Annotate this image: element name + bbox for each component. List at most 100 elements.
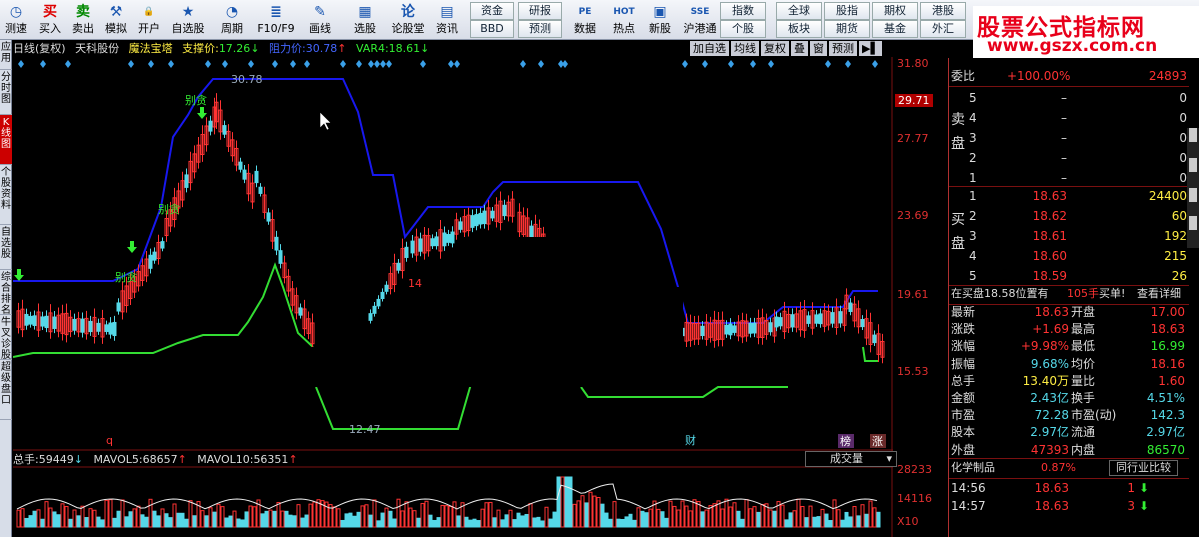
chart-tool-button[interactable]: 叠	[791, 41, 808, 56]
volume-bar	[416, 517, 421, 528]
volume-bar	[820, 508, 825, 528]
candle-body	[774, 316, 779, 328]
signal-diamond	[222, 60, 228, 68]
volume-bar	[404, 501, 409, 528]
toolbar-forum-button[interactable]: 论论股堂	[390, 0, 426, 40]
chart-tool-button[interactable]: 均线	[731, 41, 759, 56]
volume-bar	[496, 509, 501, 528]
volume-bar	[832, 499, 837, 528]
toolbar-buy-button[interactable]: 买买入	[34, 0, 66, 40]
volume-bar	[872, 507, 877, 528]
volume-bar	[680, 500, 685, 528]
quick-button[interactable]: 研报	[518, 2, 562, 20]
left-tab[interactable]: 个股资料	[0, 165, 12, 225]
volume-bar	[192, 515, 197, 528]
volume-bar	[864, 513, 869, 528]
left-tab[interactable]: 超级盘口	[0, 360, 12, 420]
volume-bar	[32, 510, 37, 528]
hk-connect-icon: SSE	[690, 7, 710, 17]
volume-bar	[488, 501, 493, 528]
buy-volume: 215	[1164, 249, 1187, 263]
left-tab[interactable]: 自选股	[0, 225, 12, 270]
volume-bar	[100, 519, 105, 528]
sell-price: –	[1061, 131, 1067, 145]
left-tab[interactable]: 应用	[0, 40, 12, 70]
volume-indicator-select[interactable]: 成交量 ▾	[805, 451, 897, 467]
toolbar-hk-connect-button[interactable]: SSE 沪港通	[680, 0, 720, 40]
divider	[949, 86, 1189, 87]
tick-price: 18.63	[1034, 481, 1069, 495]
chart-tool-button[interactable]: 复权	[761, 41, 789, 56]
mavol10-value: 56351	[253, 453, 289, 466]
candle-body	[396, 262, 401, 271]
toolbar-speed-button[interactable]: ◷ 测速	[0, 0, 32, 40]
view-detail-link[interactable]: 查看详细	[1137, 284, 1181, 304]
toolbar-sell-button[interactable]: 卖卖出	[66, 0, 100, 40]
toolbar-pen-button[interactable]: ✎ 画线	[300, 0, 340, 40]
toolbar-lock-button[interactable]: 🔒 开户	[132, 0, 166, 40]
toolbar-f10-button[interactable]: ≣ F10/F9	[252, 0, 300, 40]
quick-button[interactable]: 指数	[720, 2, 766, 20]
toolbar-label: 买入	[39, 22, 61, 35]
sell-price: –	[1061, 111, 1067, 125]
quote-scrollbar[interactable]	[1187, 128, 1199, 248]
quick-button[interactable]: 外汇	[920, 20, 966, 38]
volume-bar	[612, 501, 617, 528]
play-icon[interactable]: ▶▌	[859, 41, 882, 56]
price-tick: 31.80	[897, 57, 929, 70]
quote-row: 在买盘18.58位置有 105手 买单! 查看详细	[949, 284, 1189, 304]
toolbar-simulate-button[interactable]: ⚒ 模拟	[100, 0, 132, 40]
quick-button[interactable]: BBD	[470, 20, 514, 38]
volume-bar	[164, 513, 169, 528]
candle-body	[848, 302, 853, 312]
toolbar-news-button[interactable]: ▤ 资讯	[430, 0, 464, 40]
left-tab[interactable]: 牛叉诊股	[0, 315, 12, 361]
candle-body	[52, 316, 57, 329]
volume-bar	[124, 516, 129, 528]
volume-bar	[584, 502, 589, 528]
compare-sector-button[interactable]: 同行业比较	[1109, 460, 1178, 476]
volume-bar	[624, 516, 629, 528]
left-tab[interactable]: K线图	[0, 115, 12, 165]
signal-diamond	[272, 60, 278, 68]
toolbar-newstock-button[interactable]: ▣ 新股	[642, 0, 678, 40]
period-label[interactable]: 日线(复权)	[13, 42, 66, 55]
volume-bar	[392, 518, 397, 528]
quick-button[interactable]: 个股	[720, 20, 766, 38]
indicator-name[interactable]: 魔法宝塔	[129, 42, 173, 55]
toolbar-data-button[interactable]: PE 数据	[568, 0, 602, 40]
stat-label: 最低	[1071, 339, 1096, 354]
quick-button[interactable]: 股指	[824, 2, 870, 20]
candle-body	[818, 313, 823, 325]
candle-body	[814, 314, 819, 324]
volume-bar	[452, 501, 457, 528]
quote-panel: 委比 +100.00% 24893 卖盘 5–0 4–0 3–0 2–0 1–0 买盘 1 18.63…	[948, 58, 1199, 537]
toolbar-select-button[interactable]: ▦ 选股	[345, 0, 385, 40]
volume-bar	[16, 509, 21, 528]
candle-body	[104, 324, 109, 332]
candle-body	[442, 232, 447, 247]
quick-button[interactable]: 基金	[872, 20, 918, 38]
toolbar-star-button[interactable]: ★ 自选股	[166, 0, 210, 40]
sell-price: –	[1061, 171, 1067, 185]
quick-button[interactable]: 港股	[920, 2, 966, 20]
volume-bar	[640, 510, 645, 528]
quick-button[interactable]: 全球	[776, 2, 822, 20]
left-tab[interactable]: 综合排名	[0, 270, 12, 316]
volume-bar	[60, 503, 65, 528]
quick-button[interactable]: 资金	[470, 2, 514, 20]
quick-button[interactable]: 预测	[518, 20, 562, 38]
toolbar-hot-button[interactable]: HOT 热点	[606, 0, 642, 40]
quick-button[interactable]: 期货	[824, 20, 870, 38]
chart-tool-button[interactable]: 窗	[810, 41, 827, 56]
volume-bar	[184, 518, 189, 528]
candle-body	[430, 238, 435, 247]
quick-button[interactable]: 期权	[872, 2, 918, 20]
volume-bar	[396, 498, 401, 528]
chart-tool-button[interactable]: 预测	[829, 41, 857, 56]
toolbar-clock-button[interactable]: ◔ 周期	[212, 0, 252, 40]
left-tab[interactable]: 分时图	[0, 70, 12, 115]
chart-tool-button[interactable]: 加自选	[690, 41, 729, 56]
quote-row: 2 – 0	[949, 148, 1189, 168]
quick-button[interactable]: 板块	[776, 20, 822, 38]
